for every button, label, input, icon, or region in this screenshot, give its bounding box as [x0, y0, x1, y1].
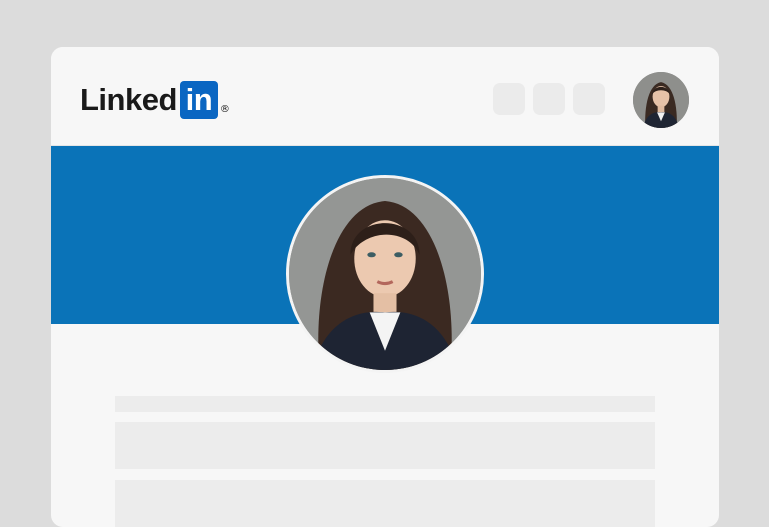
logo-in-badge: in [179, 81, 218, 119]
content-skeleton-block [115, 480, 655, 527]
logo-in-text: in [185, 82, 213, 117]
content-skeleton-block [115, 422, 655, 469]
nav-placeholder-2[interactable] [533, 83, 565, 115]
linkedin-logo[interactable]: Linked in ® [80, 81, 230, 119]
profile-photo-image [289, 178, 481, 370]
nav-placeholder-3[interactable] [573, 83, 605, 115]
user-avatar-icon[interactable] [633, 72, 689, 128]
top-navigation-bar: Linked in ® [51, 47, 719, 146]
nav-placeholder-1[interactable] [493, 83, 525, 115]
user-avatar-image [633, 72, 689, 128]
logo-wordmark: Linked [80, 82, 177, 117]
content-skeleton-line [115, 396, 655, 412]
registered-mark: ® [219, 104, 230, 115]
app-window: Linked in ® [51, 47, 719, 527]
profile-photo-icon[interactable] [286, 175, 484, 373]
